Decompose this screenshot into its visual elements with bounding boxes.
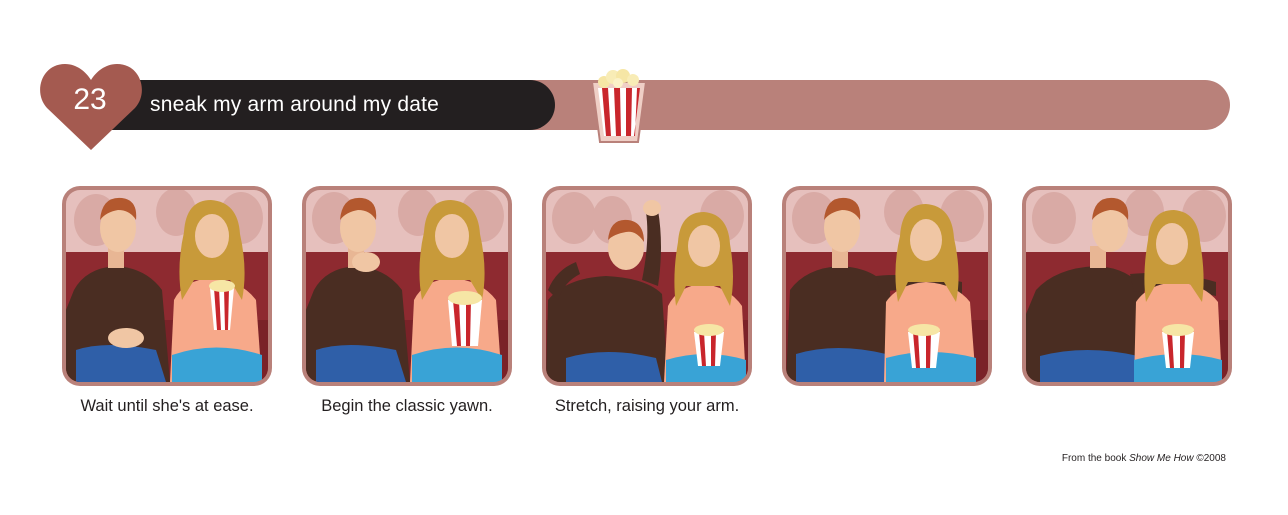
credit-prefix: From the book [1061,453,1130,464]
popcorn-icon [590,69,648,143]
panel-illustration [1026,190,1228,382]
comic-panel-3 [542,186,752,386]
panel-illustration [306,190,508,382]
caption-1: Wait until she's at ease. [80,397,254,415]
comic-panel-5 [1022,186,1232,386]
panel-illustration [546,190,748,382]
caption-3: Stretch, raising your arm. [554,397,740,415]
credit-line: From the book Show Me How ©2008 [1062,453,1226,464]
step-number: 23 [73,83,107,116]
panel-illustration [66,190,268,382]
comic-panel-4 [782,186,992,386]
caption-2: Begin the classic yawn. [321,397,493,415]
page-title: sneak my arm around my date [150,93,440,116]
comic-panel-2 [302,186,512,386]
comic-panel-1 [62,186,272,386]
panel-illustration [786,190,988,382]
credit-suffix: ©2008 [1193,453,1226,464]
credit-book-title: Show Me How [1129,453,1194,464]
